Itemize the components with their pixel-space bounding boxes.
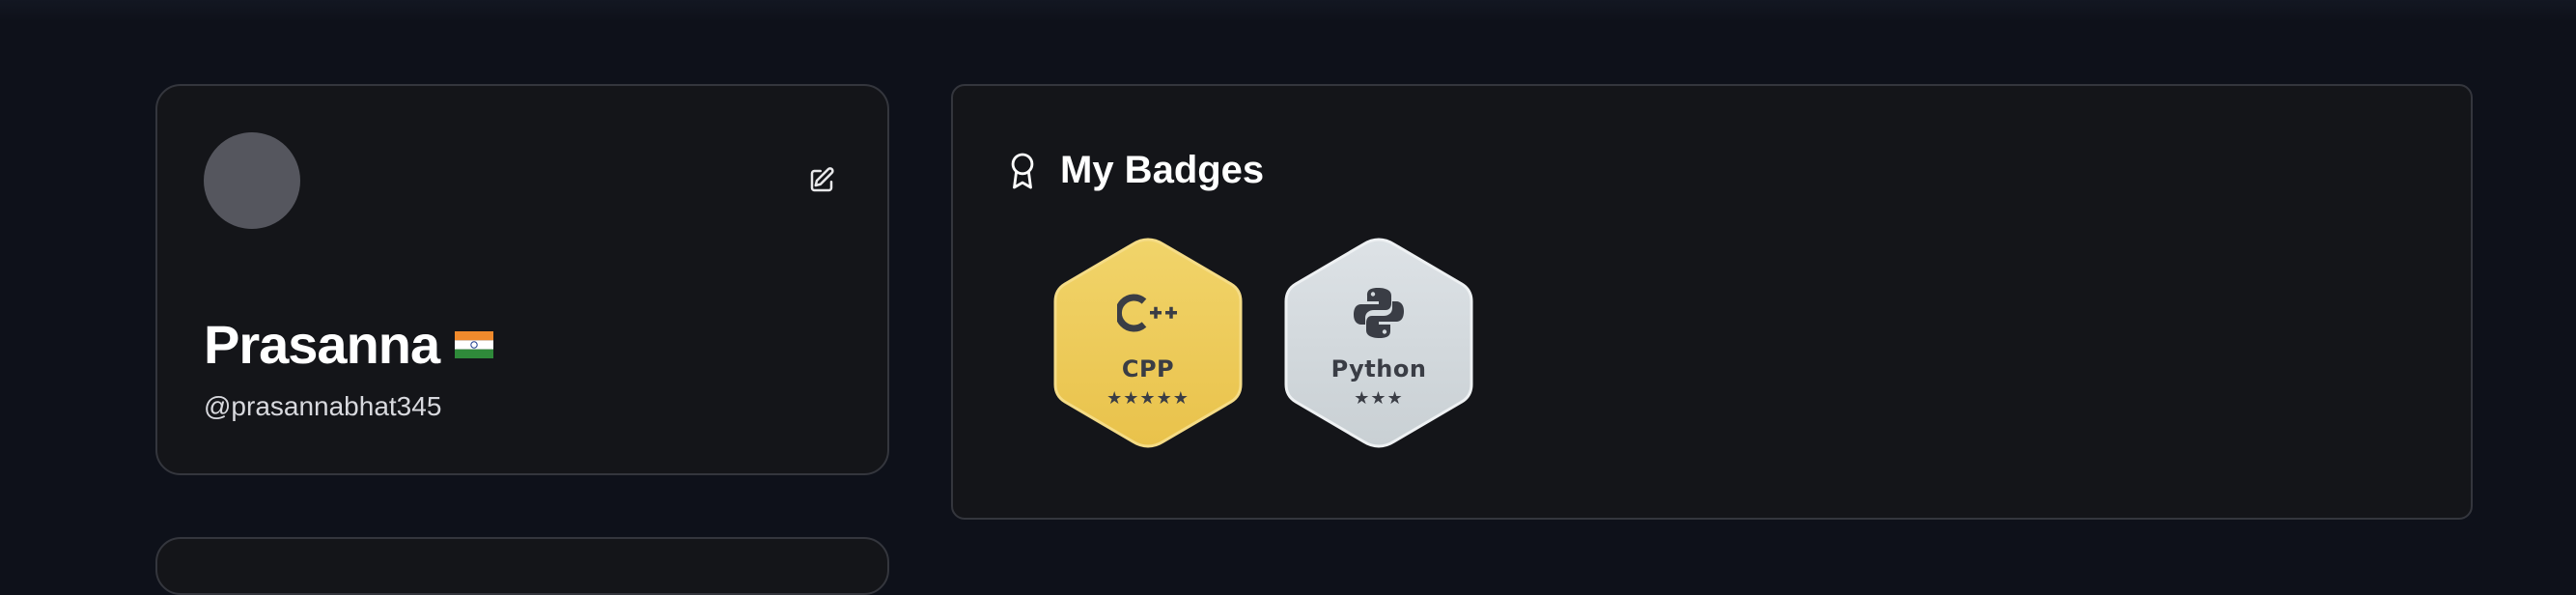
cpp-logo-icon (1117, 284, 1179, 342)
profile-name: Prasanna (204, 314, 440, 375)
badges-card: My Badges CPP ★★★★★ Python ★★★ (951, 84, 2473, 520)
badge-cpp-content: CPP ★★★★★ (1051, 236, 1245, 450)
badge-cpp[interactable]: CPP ★★★★★ (1051, 236, 1245, 450)
badge-label: Python (1330, 355, 1427, 382)
badges-header: My Badges (1006, 149, 1264, 192)
badge-stars: ★★★ (1354, 388, 1404, 409)
profile-card: Prasanna @prasannabhat345 (155, 84, 889, 475)
badge-stars: ★★★★★ (1106, 388, 1190, 409)
badge-python-content: Python ★★★ (1282, 236, 1475, 450)
name-row: Prasanna (204, 314, 494, 375)
badge-python[interactable]: Python ★★★ (1282, 236, 1475, 450)
award-ribbon-icon (1011, 153, 1034, 188)
avatar[interactable] (204, 132, 300, 229)
badge-label: CPP (1121, 355, 1175, 382)
india-flag-icon (455, 331, 494, 358)
python-logo-icon (1350, 284, 1408, 342)
top-strip (0, 0, 2576, 21)
badges-title: My Badges (1060, 149, 1265, 191)
edit-profile-button[interactable] (804, 163, 839, 198)
secondary-card (155, 537, 889, 595)
edit-icon (810, 167, 834, 192)
profile-username: @prasannabhat345 (204, 391, 442, 421)
